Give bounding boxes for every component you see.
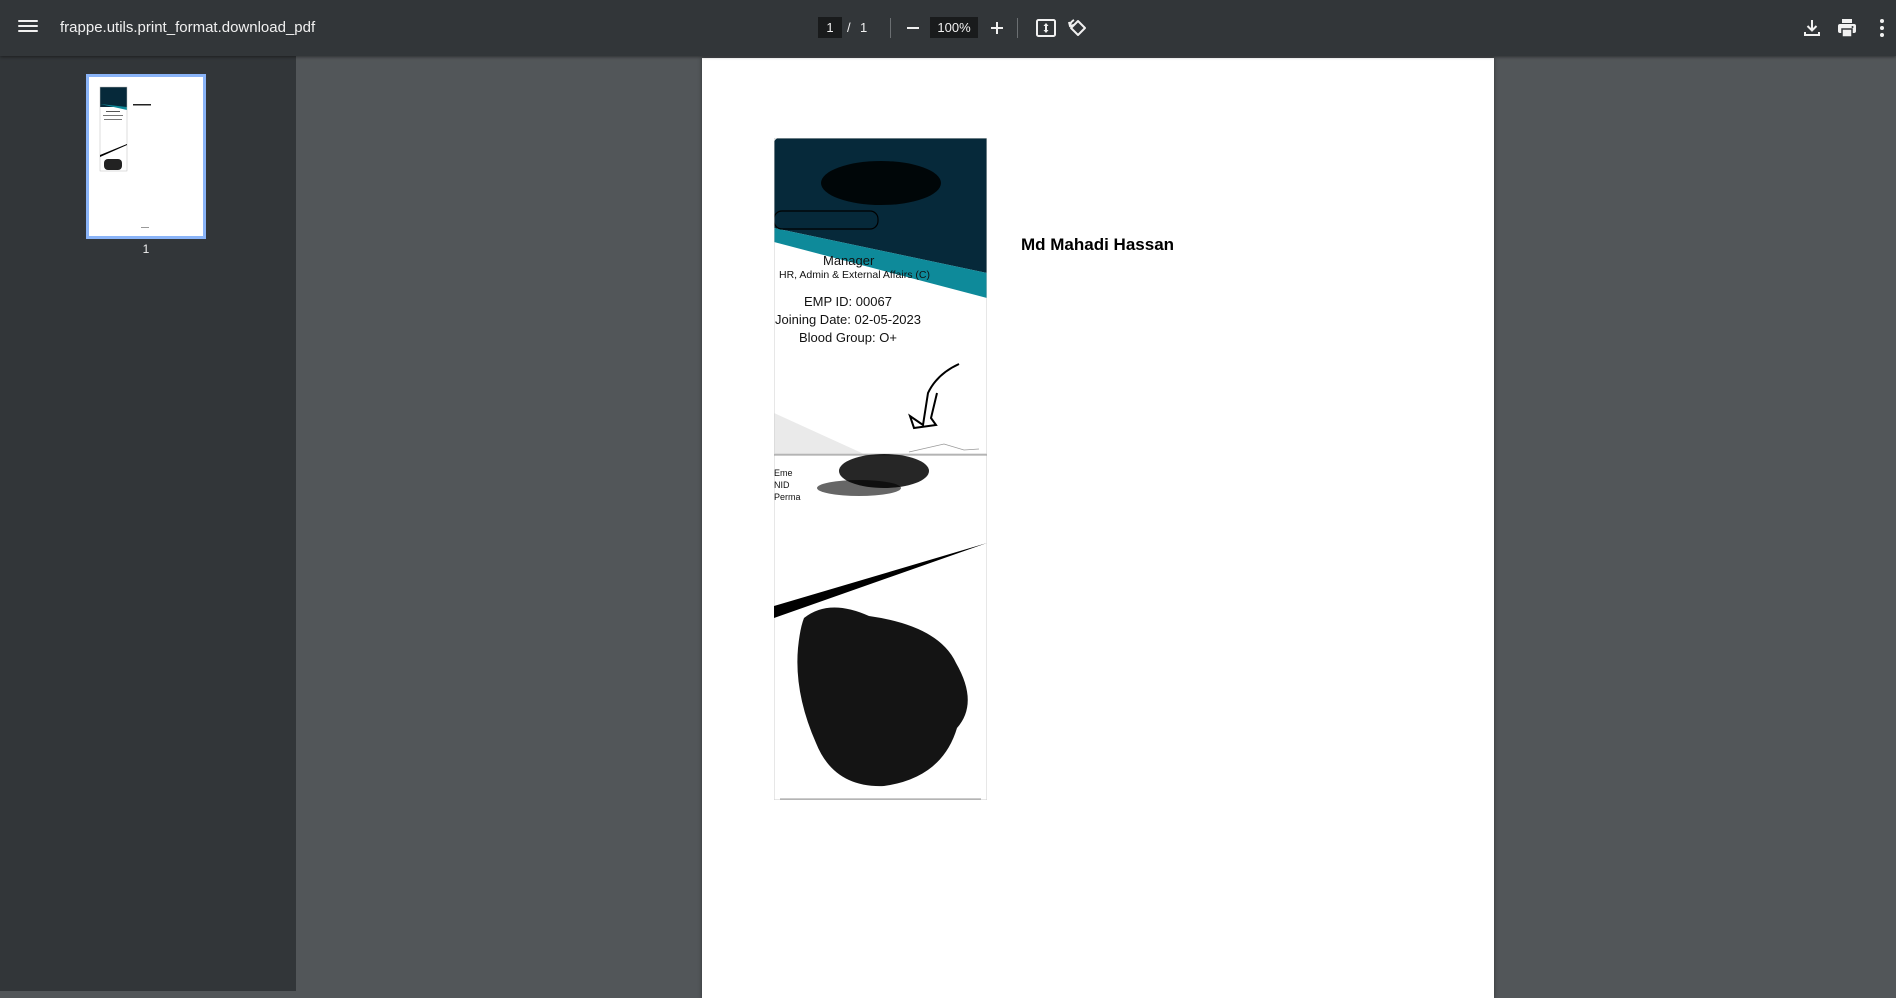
more-icon[interactable]	[1870, 16, 1894, 40]
pdf-page: Manager HR, Admin & External Affairs (C)…	[702, 58, 1494, 998]
card-blood-group: Blood Group: O+	[799, 330, 897, 345]
pdf-toolbar: frappe.utils.print_format.download_pdf /…	[0, 0, 1896, 56]
rotate-icon[interactable]	[1066, 16, 1090, 40]
fit-to-page-icon[interactable]	[1034, 16, 1058, 40]
document-title: frappe.utils.print_format.download_pdf	[60, 19, 316, 36]
card-back-line: Perma	[774, 492, 801, 502]
download-icon[interactable]	[1800, 16, 1824, 40]
toolbar-divider	[1017, 18, 1018, 38]
page-separator: /	[847, 20, 851, 35]
page-total: 1	[860, 20, 868, 35]
card-department: HR, Admin & External Affairs (C)	[779, 269, 930, 281]
card-emp-id: EMP ID: 00067	[804, 294, 892, 309]
zoom-in-icon[interactable]	[986, 17, 1008, 39]
print-icon[interactable]	[1835, 16, 1859, 40]
menu-icon[interactable]	[18, 17, 38, 37]
zoom-out-icon[interactable]	[902, 17, 924, 39]
card-back-line: Eme	[774, 468, 793, 478]
thumbnail-page-number: 1	[142, 242, 150, 256]
employee-name: Md Mahadi Hassan	[1021, 235, 1175, 254]
zoom-level-input[interactable]	[930, 17, 978, 38]
page-number-input[interactable]	[818, 17, 842, 38]
thumbnail-sidebar: 1	[0, 56, 296, 991]
card-joining-date: Joining Date: 02-05-2023	[775, 312, 921, 327]
card-designation: Manager	[823, 253, 875, 268]
toolbar-divider	[890, 18, 891, 38]
id-card: Manager HR, Admin & External Affairs (C)…	[774, 138, 987, 800]
page-thumbnail[interactable]	[86, 74, 206, 239]
card-back-line: NID	[774, 480, 790, 490]
